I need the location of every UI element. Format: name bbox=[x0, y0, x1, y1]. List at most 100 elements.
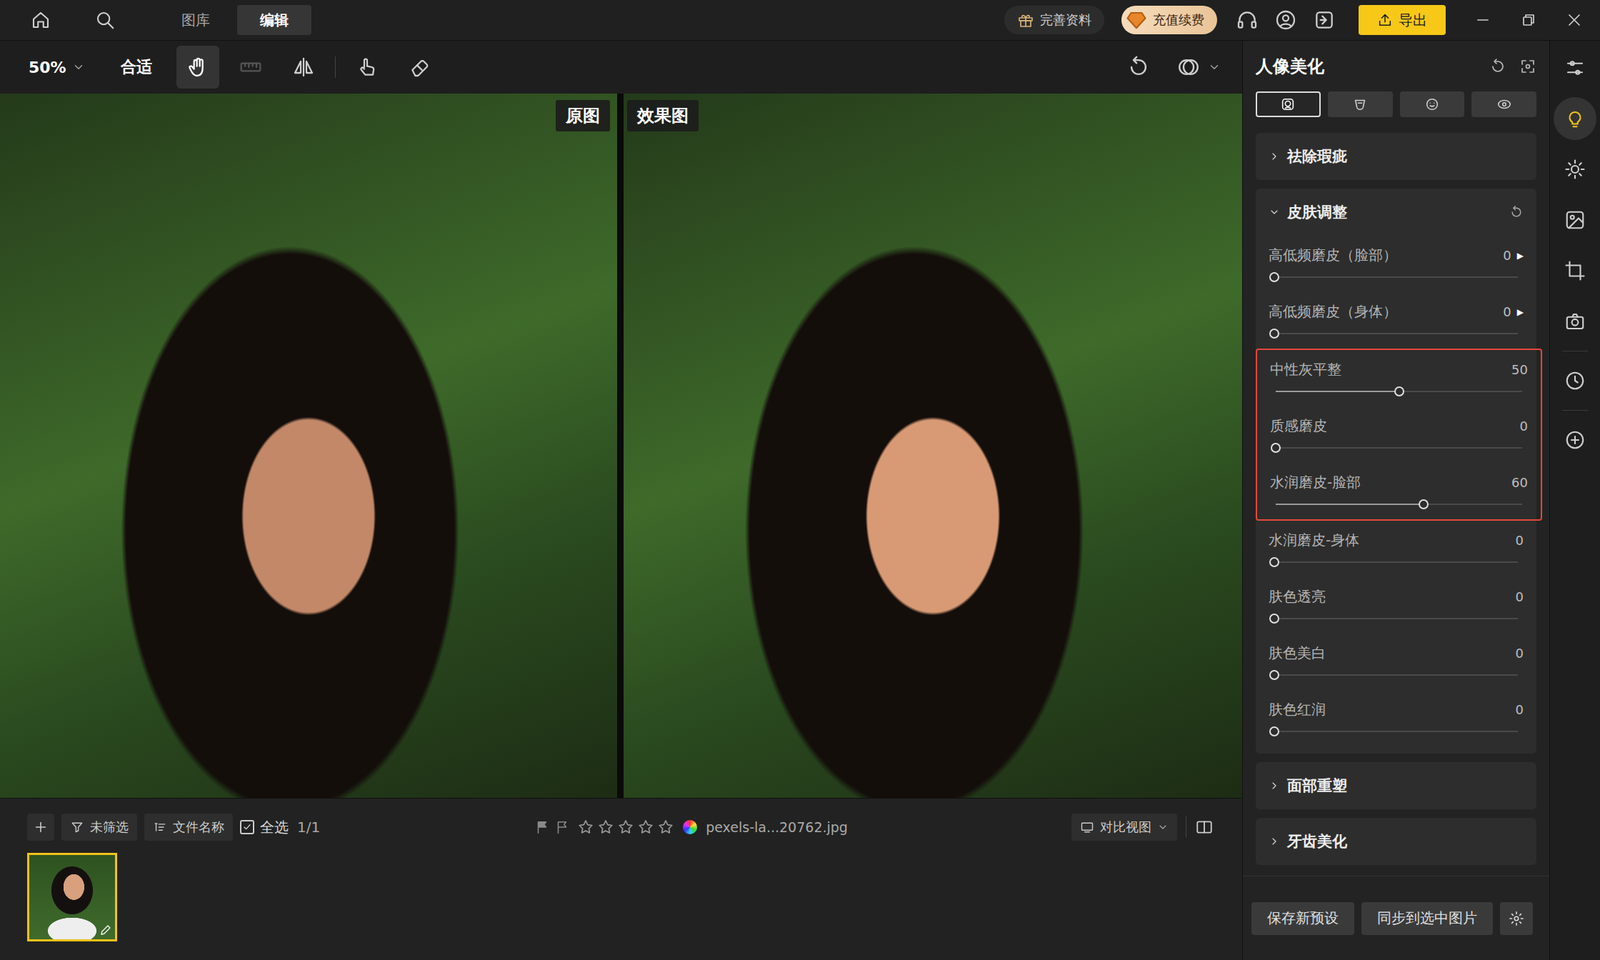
search-icon[interactable] bbox=[94, 9, 116, 31]
section-header[interactable]: 面部重塑 bbox=[1255, 762, 1537, 810]
chevron-icon bbox=[1268, 835, 1280, 848]
slider-row: 肤色红润0 bbox=[1255, 690, 1537, 747]
slider-track[interactable] bbox=[1275, 390, 1523, 393]
star-rating[interactable] bbox=[577, 818, 675, 836]
slider-track[interactable] bbox=[1274, 332, 1518, 335]
panel-tab[interactable] bbox=[1327, 91, 1393, 118]
touch-icon bbox=[355, 55, 379, 79]
flip-icon bbox=[292, 55, 315, 79]
split-view-icon[interactable] bbox=[1195, 817, 1214, 837]
image-icon bbox=[1564, 209, 1586, 231]
slider-track[interactable] bbox=[1274, 617, 1518, 620]
minimize-icon[interactable] bbox=[1474, 11, 1492, 29]
expand-arrow[interactable]: ▶ bbox=[1517, 307, 1524, 318]
filter-icon bbox=[70, 820, 85, 835]
face-tab-icon bbox=[1496, 96, 1513, 113]
section-header[interactable]: 祛除瑕疵 bbox=[1255, 132, 1537, 180]
clock-tool[interactable] bbox=[1553, 359, 1597, 403]
divider bbox=[335, 56, 336, 78]
star-icon bbox=[577, 818, 595, 836]
sliders-tool[interactable] bbox=[1553, 46, 1597, 90]
zoom-select[interactable]: 50% bbox=[28, 58, 85, 77]
expand-arrow[interactable]: ▶ bbox=[1517, 250, 1524, 261]
star-icon bbox=[657, 818, 675, 836]
slider-list: 高低频磨皮（脸部）0▶高低频磨皮（身体）0▶中性灰平整50质感磨皮0水润磨皮-脸… bbox=[1255, 235, 1537, 754]
slider-knob[interactable] bbox=[1269, 726, 1280, 737]
mode-tab[interactable]: 编辑 bbox=[237, 5, 312, 35]
select-all-checkbox[interactable] bbox=[240, 820, 255, 835]
panel-tab[interactable] bbox=[1471, 91, 1537, 118]
slider-row: 水润磨皮-脸部60 bbox=[1257, 462, 1541, 520]
slider-track[interactable] bbox=[1274, 276, 1518, 278]
select-all[interactable]: 全选1/1 bbox=[240, 817, 320, 838]
ruler-tool bbox=[229, 45, 273, 89]
export-button[interactable]: 导出 bbox=[1358, 5, 1446, 35]
undo-icon[interactable] bbox=[1126, 55, 1151, 80]
camera-tool[interactable] bbox=[1553, 300, 1597, 343]
filter-button[interactable]: 未筛选 bbox=[61, 813, 138, 841]
upload-icon bbox=[1377, 12, 1393, 28]
mode-tab[interactable]: 图库 bbox=[158, 5, 233, 35]
chevron-icon[interactable] bbox=[1207, 60, 1221, 74]
recharge-button[interactable]: 充值续费 bbox=[1121, 5, 1218, 35]
sliders-icon bbox=[1564, 57, 1586, 79]
section-card: 皮肤调整高低频磨皮（脸部）0▶高低频磨皮（身体）0▶中性灰平整50质感磨皮0水润… bbox=[1255, 188, 1537, 754]
focus-icon[interactable] bbox=[1519, 57, 1537, 75]
slider-track[interactable] bbox=[1274, 561, 1518, 563]
color-label-icon[interactable] bbox=[682, 820, 698, 835]
headset-icon[interactable] bbox=[1235, 8, 1259, 32]
settings-button[interactable] bbox=[1500, 902, 1533, 935]
check-icon bbox=[241, 821, 253, 833]
save-preset-button[interactable]: 保存新预设 bbox=[1251, 902, 1355, 935]
chevron-icon bbox=[72, 60, 85, 74]
slider-track[interactable] bbox=[1275, 447, 1523, 449]
slider-track[interactable] bbox=[1275, 503, 1523, 505]
slider-row: 高低频磨皮（身体）0▶ bbox=[1255, 292, 1537, 349]
add-button[interactable] bbox=[27, 813, 55, 841]
restore-icon[interactable] bbox=[1520, 11, 1538, 29]
exit-icon[interactable] bbox=[1312, 8, 1336, 32]
profile-button[interactable]: 完善资料 bbox=[1004, 5, 1105, 35]
gift-icon bbox=[1017, 11, 1035, 29]
eraser-tool[interactable] bbox=[398, 45, 442, 89]
flag-icon[interactable] bbox=[534, 819, 550, 835]
slider-knob[interactable] bbox=[1269, 613, 1280, 624]
compare-icon[interactable] bbox=[1176, 55, 1201, 80]
addcircle-tool[interactable] bbox=[1553, 418, 1597, 462]
view-mode-select[interactable]: 对比视图 bbox=[1071, 813, 1178, 841]
reset-icon[interactable] bbox=[1509, 205, 1524, 220]
slider-knob[interactable] bbox=[1269, 670, 1280, 680]
slider-track[interactable] bbox=[1274, 730, 1518, 733]
thumbnail[interactable] bbox=[27, 852, 118, 942]
user-icon[interactable] bbox=[1274, 8, 1298, 32]
close-icon[interactable] bbox=[1565, 11, 1583, 29]
panel-tab[interactable] bbox=[1400, 91, 1465, 118]
workspace: 50%合适原图效果图未筛选文件名称全选1/1pexels-la...20762.… bbox=[0, 40, 1600, 960]
reject-flag-icon[interactable] bbox=[554, 819, 570, 835]
diamond-icon bbox=[1125, 9, 1148, 31]
section-header[interactable]: 牙齿美化 bbox=[1255, 817, 1537, 865]
slider-knob[interactable] bbox=[1269, 328, 1280, 339]
slider-knob[interactable] bbox=[1418, 499, 1429, 510]
slider-knob[interactable] bbox=[1269, 272, 1280, 283]
slider-track[interactable] bbox=[1274, 674, 1518, 676]
slider-knob[interactable] bbox=[1269, 557, 1280, 568]
crop-tool[interactable] bbox=[1553, 249, 1597, 293]
slider-knob[interactable] bbox=[1394, 386, 1405, 397]
reset-icon[interactable] bbox=[1489, 57, 1507, 75]
flip-tool[interactable] bbox=[282, 45, 325, 89]
section-header[interactable]: 皮肤调整 bbox=[1255, 188, 1537, 236]
panel-tab[interactable] bbox=[1255, 91, 1321, 118]
hand-tool[interactable] bbox=[176, 45, 220, 89]
image-tool[interactable] bbox=[1553, 198, 1597, 242]
touch-tool[interactable] bbox=[345, 45, 389, 89]
sun-tool[interactable] bbox=[1553, 147, 1597, 191]
sort-button[interactable]: 文件名称 bbox=[144, 813, 233, 841]
sync-button[interactable]: 同步到选中图片 bbox=[1361, 902, 1493, 935]
bulb-tool[interactable] bbox=[1553, 97, 1597, 140]
tool-rail bbox=[1549, 40, 1600, 960]
fit-button[interactable]: 合适 bbox=[120, 56, 153, 78]
mode-tabs: 图库编辑 bbox=[158, 5, 312, 35]
slider-knob[interactable] bbox=[1270, 442, 1281, 453]
home-icon[interactable] bbox=[30, 9, 52, 31]
